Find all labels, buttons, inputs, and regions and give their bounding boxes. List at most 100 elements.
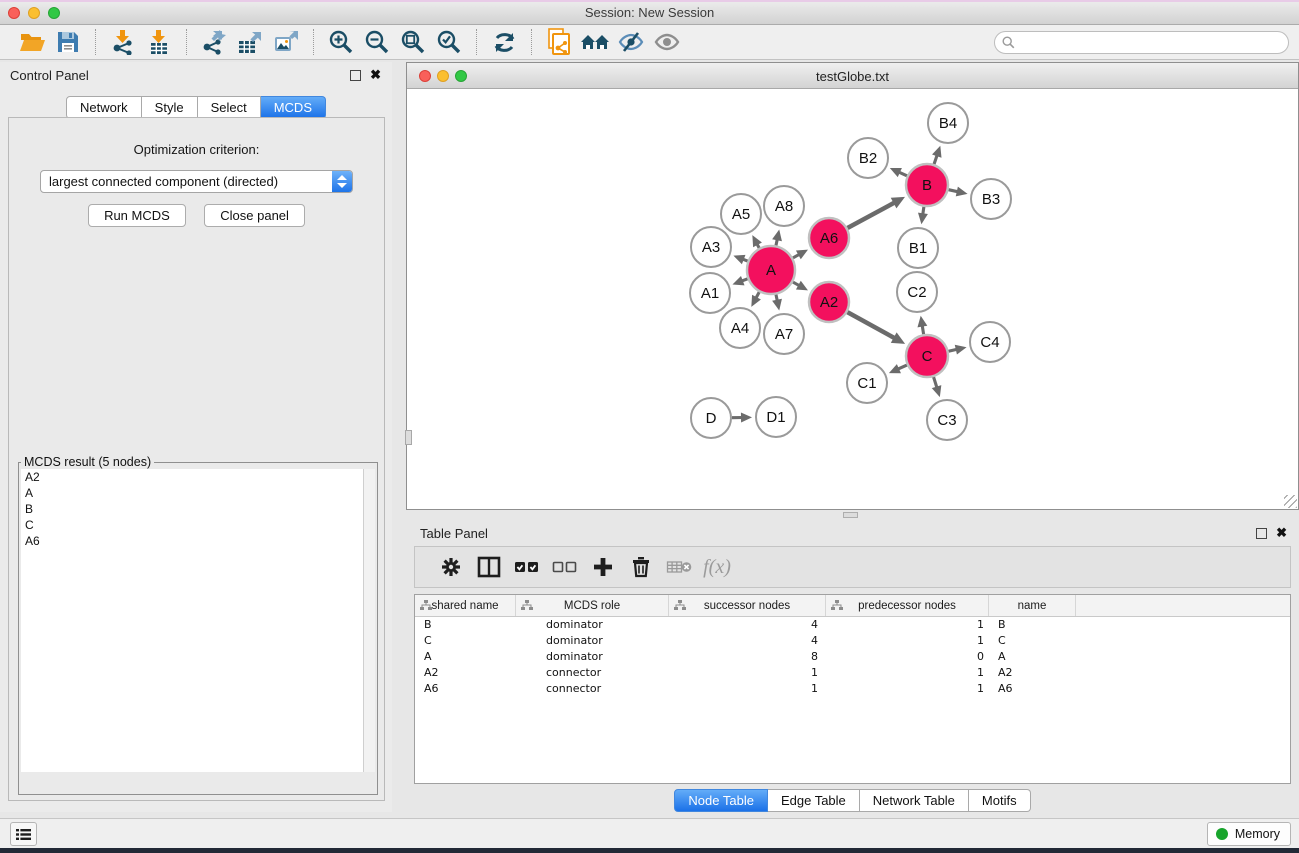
apply-layout-icon[interactable] xyxy=(489,28,519,56)
close-table-panel-icon[interactable]: ✖ xyxy=(1276,525,1287,541)
tree-column-icon xyxy=(521,600,533,611)
hide-graphics-details-icon[interactable] xyxy=(616,28,646,56)
graph-node-D1[interactable]: D1 xyxy=(756,397,796,437)
edge-A2-C[interactable] xyxy=(847,312,895,338)
window-resize-grip[interactable] xyxy=(1284,495,1297,508)
node-label: C xyxy=(922,348,933,365)
criterion-dropdown[interactable]: largest connected component (directed) xyxy=(40,170,353,193)
select-all-check-icon[interactable] xyxy=(508,560,546,574)
memory-button[interactable]: Memory xyxy=(1207,822,1291,846)
tab-edge-table[interactable]: Edge Table xyxy=(768,789,860,812)
result-list-item[interactable]: C xyxy=(21,517,375,533)
show-graphics-details-icon[interactable] xyxy=(652,28,682,56)
graph-node-A2[interactable]: A2 xyxy=(809,282,849,322)
column-header-name[interactable]: name xyxy=(989,595,1076,616)
zoom-selected-icon[interactable] xyxy=(434,28,464,56)
arrowhead-icon xyxy=(772,230,782,242)
tab-mcds[interactable]: MCDS xyxy=(261,96,326,119)
window-title: Session: New Session xyxy=(0,5,1299,20)
tab-style[interactable]: Style xyxy=(142,96,198,119)
tab-node-table[interactable]: Node Table xyxy=(674,789,768,812)
graph-node-A3[interactable]: A3 xyxy=(691,227,731,267)
graph-node-A5[interactable]: A5 xyxy=(721,194,761,234)
search-field[interactable] xyxy=(994,31,1289,54)
graph-node-B3[interactable]: B3 xyxy=(971,179,1011,219)
deselect-all-icon[interactable] xyxy=(546,560,584,574)
column-settings-icon[interactable] xyxy=(432,556,470,578)
arrowhead-icon xyxy=(932,385,942,397)
graph-node-D[interactable]: D xyxy=(691,398,731,438)
task-history-button[interactable] xyxy=(10,822,37,846)
column-header-MCDS-role[interactable]: MCDS role xyxy=(516,595,669,616)
result-list-item[interactable]: A6 xyxy=(21,533,375,549)
column-header-successor-nodes[interactable]: successor nodes xyxy=(669,595,826,616)
export-table-icon[interactable] xyxy=(235,28,265,56)
search-input[interactable] xyxy=(1019,36,1288,50)
table-cell: connector xyxy=(516,666,669,679)
table-cell: A xyxy=(989,650,1076,663)
close-panel-button[interactable]: Close panel xyxy=(204,204,305,227)
edge-A6-B[interactable] xyxy=(847,202,895,228)
delete-column-icon[interactable] xyxy=(622,556,660,578)
graph-node-A[interactable]: A xyxy=(747,246,795,294)
table-body: Bdominator41BCdominator41CAdominator80AA… xyxy=(415,617,1290,696)
column-header-shared-name[interactable]: shared name xyxy=(415,595,516,616)
graph-node-A4[interactable]: A4 xyxy=(720,308,760,348)
save-session-icon[interactable] xyxy=(53,28,83,56)
graph-node-B4[interactable]: B4 xyxy=(928,103,968,143)
horizontal-splitter-handle[interactable] xyxy=(843,512,858,518)
table-cell: 1 xyxy=(669,666,826,679)
zoom-fit-icon[interactable] xyxy=(398,28,428,56)
network-overview-icon[interactable] xyxy=(544,28,574,56)
table-row[interactable]: Adominator80A xyxy=(415,649,1290,665)
node-label: B1 xyxy=(909,240,927,257)
column-header-predecessor-nodes[interactable]: predecessor nodes xyxy=(826,595,989,616)
graph-node-A7[interactable]: A7 xyxy=(764,314,804,354)
tab-network[interactable]: Network xyxy=(66,96,142,119)
toolbar-separator xyxy=(95,29,96,55)
network-canvas[interactable]: B4 B2 B B3 A5A8A6 B1 A3 A A1 A2 C2 A4A7 C C4 C1 C3 D D1 xyxy=(407,89,1298,509)
graph-node-A8[interactable]: A8 xyxy=(764,186,804,226)
graph-node-C1[interactable]: C1 xyxy=(847,363,887,403)
graph-node-C2[interactable]: C2 xyxy=(897,272,937,312)
tab-select[interactable]: Select xyxy=(198,96,261,119)
run-mcds-button[interactable]: Run MCDS xyxy=(88,204,186,227)
import-table-icon[interactable] xyxy=(144,28,174,56)
result-list-item[interactable]: A xyxy=(21,485,375,501)
table-row[interactable]: A2connector11A2 xyxy=(415,664,1290,680)
graph-node-C4[interactable]: C4 xyxy=(970,322,1010,362)
tab-motifs[interactable]: Motifs xyxy=(969,789,1031,812)
result-list-item[interactable]: B xyxy=(21,501,375,517)
graph-node-C[interactable]: C xyxy=(906,335,948,377)
table-row[interactable]: A6connector11A6 xyxy=(415,680,1290,696)
table-row[interactable]: Bdominator41B xyxy=(415,617,1290,633)
home-icon[interactable] xyxy=(580,28,610,56)
network-graph[interactable]: B4 B2 B B3 A5A8A6 B1 A3 A A1 A2 C2 A4A7 C C4 C1 C3 D D1 xyxy=(407,89,1298,509)
table-row[interactable]: Cdominator41C xyxy=(415,633,1290,649)
graph-node-A6[interactable]: A6 xyxy=(809,218,849,258)
export-image-icon[interactable] xyxy=(271,28,301,56)
zoom-in-icon[interactable] xyxy=(326,28,356,56)
mcds-result-list[interactable]: A2ABCA6 xyxy=(21,469,375,772)
float-panel-icon[interactable] xyxy=(350,70,361,81)
network-window-titlebar: testGlobe.txt xyxy=(407,63,1298,89)
function-builder-icon[interactable]: f(x) xyxy=(698,556,736,579)
graph-node-B2[interactable]: B2 xyxy=(848,138,888,178)
result-list-item[interactable]: A2 xyxy=(21,469,375,485)
graph-node-B1[interactable]: B1 xyxy=(898,228,938,268)
zoom-out-icon[interactable] xyxy=(362,28,392,56)
close-panel-icon[interactable]: ✖ xyxy=(370,67,381,83)
float-table-panel-icon[interactable] xyxy=(1256,528,1267,539)
graph-node-C3[interactable]: C3 xyxy=(927,400,967,440)
result-list-scrollbar[interactable] xyxy=(363,469,375,772)
open-session-icon[interactable] xyxy=(17,28,47,56)
delete-table-icon[interactable] xyxy=(660,559,698,575)
show-columns-icon[interactable] xyxy=(470,556,508,578)
graph-node-A1[interactable]: A1 xyxy=(690,273,730,313)
export-network-icon[interactable] xyxy=(199,28,229,56)
tab-network-table[interactable]: Network Table xyxy=(860,789,969,812)
left-splitter-handle[interactable] xyxy=(405,430,412,445)
add-column-icon[interactable] xyxy=(584,556,622,578)
import-network-icon[interactable] xyxy=(108,28,138,56)
graph-node-B[interactable]: B xyxy=(906,164,948,206)
